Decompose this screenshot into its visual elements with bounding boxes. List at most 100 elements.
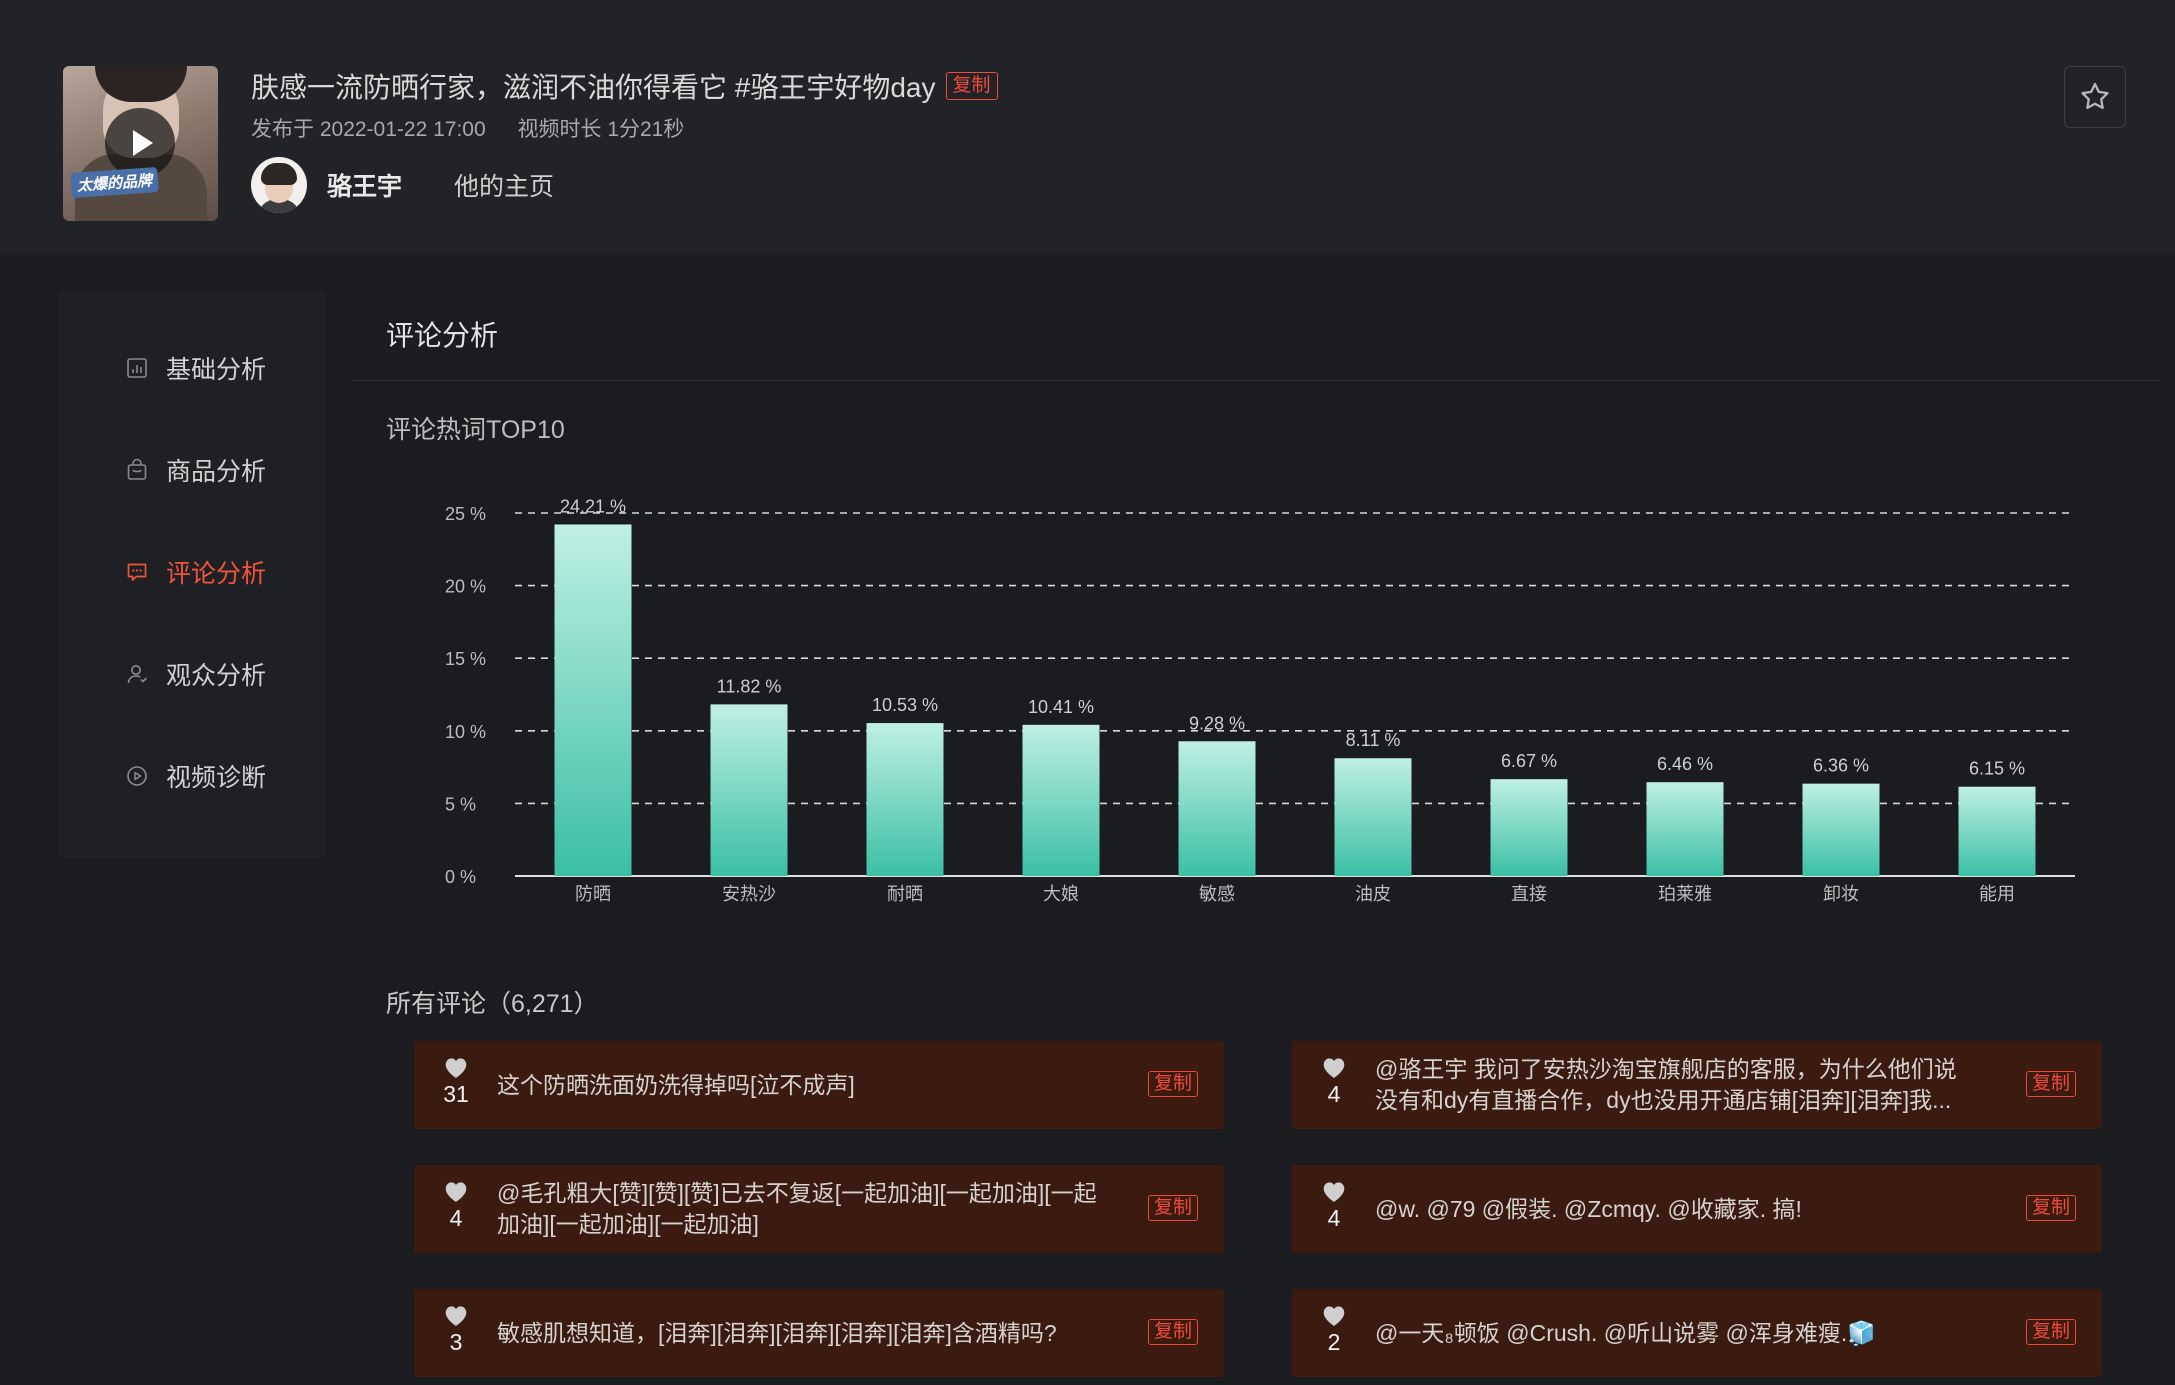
x-tick-label: 能用 (1979, 884, 2015, 904)
sidebar-item-label: 观众分析 (166, 662, 267, 690)
copy-comment-button[interactable]: 复制 (2025, 1195, 2076, 1221)
bar (1646, 782, 1724, 876)
like-area[interactable]: 31 (436, 1055, 476, 1108)
y-tick-label: 25 % (445, 504, 486, 524)
sidebar-item-label: 商品分析 (166, 458, 267, 486)
comment-text-content: @一天₈顿饭 @Crush. @听山说雾 @浑身难瘦.🧊 (1375, 1319, 1876, 1346)
author-name[interactable]: 骆王宇 (327, 167, 402, 203)
copy-comment-button[interactable]: 复制 (1147, 1319, 1198, 1345)
data-label: 9.28 % (1189, 713, 1245, 733)
comment-text: 这个防晒洗面奶洗得掉吗[泣不成声] (497, 1041, 1097, 1129)
like-count: 4 (1327, 1081, 1341, 1107)
x-tick-label: 直接 (1511, 884, 1547, 904)
avatar-hair (261, 163, 297, 185)
bar (554, 524, 632, 876)
comment-text: 敏感肌想知道，[泪奔][泪奔][泪奔][泪奔][泪奔]含酒精吗? (497, 1289, 1097, 1377)
sidebar-item-label: 基础分析 (166, 356, 267, 384)
heart-icon (445, 1058, 467, 1078)
sidebar-item-label: 视频诊断 (166, 764, 267, 792)
data-label: 6.36 % (1813, 756, 1869, 776)
copy-comment-button[interactable]: 复制 (2025, 1319, 2076, 1345)
x-tick-label: 大娘 (1043, 884, 1079, 904)
comment-text-content: @毛孔粗大[赞][赞][赞]已去不复返[一起加油][一起加油][一起加油][一起… (497, 1180, 1097, 1237)
sidebar-item-label: 评论分析 (166, 560, 267, 588)
sidebar-item-comment-analysis[interactable]: 评论分析 (124, 552, 266, 592)
sidebar-item-video-diagnosis[interactable]: 视频诊断 (124, 756, 266, 796)
publish-time: 发布于 2022-01-22 17:00 (251, 118, 486, 141)
like-count: 31 (443, 1081, 469, 1107)
comment-card: 31 这个防晒洗面奶洗得掉吗[泣不成声] 复制 (414, 1041, 1224, 1129)
video-thumbnail[interactable]: 太爆的品牌 (63, 66, 218, 221)
like-count: 2 (1327, 1329, 1341, 1355)
sidebar-item-product-analysis[interactable]: 商品分析 (124, 450, 266, 490)
comment-card: 3 敏感肌想知道，[泪奔][泪奔][泪奔][泪奔][泪奔]含酒精吗? 复制 (414, 1289, 1224, 1377)
copy-title-button[interactable]: 复制 (945, 72, 998, 100)
comment-text: @骆王宇 我问了安热沙淘宝旗舰店的客服，为什么他们说没有和dy有直播合作，dy也… (1375, 1041, 1975, 1129)
author-row: 骆王宇 他的主页 (251, 157, 554, 213)
sidebar: 基础分析 商品分析 评论分析 观众分析 视频诊断 (58, 290, 326, 858)
heart-icon (445, 1182, 467, 1202)
x-tick-label: 安热沙 (722, 884, 776, 904)
copy-comment-button[interactable]: 复制 (2025, 1071, 2076, 1097)
comment-text: @一天₈顿饭 @Crush. @听山说雾 @浑身难瘦.🧊 (1375, 1289, 1975, 1377)
y-tick-label: 15 % (445, 649, 486, 669)
x-tick-label: 卸妆 (1823, 884, 1859, 904)
comment-text: @w. @79 @假装. @Zcmqy. @收藏家. 搞! (1375, 1165, 1975, 1253)
video-header: 太爆的品牌 肤感一流防晒行家，滋润不油你得看它 #骆王宇好物day 复制 发布于… (0, 0, 2175, 255)
data-label: 24.21 % (560, 496, 626, 516)
video-meta: 发布于 2022-01-22 17:00 视频时长 1分21秒 (251, 113, 684, 143)
copy-comment-button[interactable]: 复制 (1147, 1195, 1198, 1221)
like-area[interactable]: 4 (436, 1179, 476, 1232)
title-row: 肤感一流防晒行家，滋润不油你得看它 #骆王宇好物day 复制 (251, 66, 998, 106)
sidebar-item-basic-analysis[interactable]: 基础分析 (124, 348, 266, 388)
x-tick-label: 敏感 (1199, 884, 1235, 904)
data-label: 6.15 % (1969, 759, 2025, 779)
comment-text-content: 这个防晒洗面奶洗得掉吗[泣不成声] (497, 1071, 855, 1098)
bar (1334, 758, 1412, 876)
section-title: 评论分析 (386, 320, 499, 351)
comment-text: @毛孔粗大[赞][赞][赞]已去不复返[一起加油][一起加油][一起加油][一起… (497, 1165, 1097, 1253)
comment-card: 2 @一天₈顿饭 @Crush. @听山说雾 @浑身难瘦.🧊 复制 (1292, 1289, 2102, 1377)
like-area[interactable]: 2 (1314, 1303, 1354, 1356)
homepage-link[interactable]: 他的主页 (454, 167, 554, 203)
data-label: 6.46 % (1657, 754, 1713, 774)
bar (1490, 779, 1568, 876)
comment-card: 4 @毛孔粗大[赞][赞][赞]已去不复返[一起加油][一起加油][一起加油][… (414, 1165, 1224, 1253)
sidebar-item-audience-analysis[interactable]: 观众分析 (124, 654, 266, 694)
divider (353, 380, 2161, 381)
y-tick-label: 0 % (445, 867, 476, 887)
favorite-button[interactable] (2064, 66, 2126, 128)
comment-text-content: @骆王宇 我问了安热沙淘宝旗舰店的客服，为什么他们说没有和dy有直播合作，dy也… (1375, 1056, 1957, 1113)
avatar[interactable] (251, 157, 307, 213)
user-icon (124, 661, 150, 687)
play-circle-icon (124, 763, 150, 789)
x-tick-label: 耐晒 (887, 884, 923, 904)
bar (1802, 783, 1880, 876)
data-label: 6.67 % (1501, 751, 1557, 771)
data-label: 10.53 % (872, 695, 938, 715)
bar (710, 704, 788, 876)
video-duration: 视频时长 1分21秒 (517, 118, 685, 141)
comment-card: 4 @骆王宇 我问了安热沙淘宝旗舰店的客服，为什么他们说没有和dy有直播合作，d… (1292, 1041, 2102, 1129)
comment-text-content: 敏感肌想知道，[泪奔][泪奔][泪奔][泪奔][泪奔]含酒精吗? (497, 1319, 1057, 1346)
like-area[interactable]: 4 (1314, 1055, 1354, 1108)
copy-comment-button[interactable]: 复制 (1147, 1071, 1198, 1097)
bar (1178, 741, 1256, 876)
x-tick-label: 珀莱雅 (1658, 884, 1712, 904)
like-count: 3 (449, 1329, 463, 1355)
chart-title: 评论热词TOP10 (386, 416, 565, 444)
bar (866, 723, 944, 876)
like-count: 4 (449, 1205, 463, 1231)
bar-chart-icon (124, 355, 150, 381)
hot-words-bar-chart: 0 % 5 % 10 % 15 % 20 % 25 % 24.21 % 防晒 11.82 % 安热… (445, 496, 2075, 904)
shopping-bag-icon (124, 457, 150, 483)
y-tick-label: 20 % (445, 577, 486, 597)
bar (1022, 724, 1100, 876)
x-tick-label: 防晒 (575, 884, 611, 904)
data-label: 8.11 % (1346, 730, 1401, 750)
y-tick-label: 5 % (445, 794, 476, 814)
star-icon (2081, 82, 2109, 110)
like-area[interactable]: 3 (436, 1303, 476, 1356)
heart-icon (1323, 1306, 1345, 1326)
like-area[interactable]: 4 (1314, 1179, 1354, 1232)
